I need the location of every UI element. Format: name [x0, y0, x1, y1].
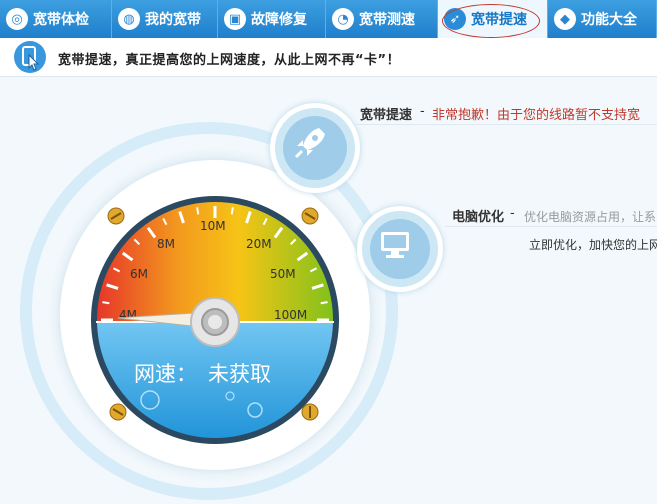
gauge-tick	[230, 207, 234, 215]
screw	[107, 207, 125, 225]
tick-label: 100M	[274, 308, 307, 322]
gauge-tick	[320, 301, 328, 305]
speed-boost-title: 宽带提速	[360, 108, 413, 123]
screw	[301, 403, 319, 421]
screw	[301, 207, 319, 225]
pc-optimize-node[interactable]	[357, 206, 443, 292]
pc-optimize-hint[interactable]: 立即优化，加快您的上网	[529, 236, 657, 253]
speed-status-label: 网速：	[134, 362, 197, 386]
divider	[445, 226, 657, 227]
screw	[109, 403, 127, 421]
dash: -	[420, 104, 425, 119]
rocket-icon	[283, 116, 347, 180]
tick-label: 10M	[200, 219, 226, 233]
monitor-icon	[370, 219, 430, 279]
divider	[355, 124, 657, 125]
pc-optimize-title: 电脑优化	[452, 210, 505, 225]
tick-label: 20M	[246, 237, 272, 251]
gauge-tick	[102, 301, 110, 305]
tick-label: 6M	[130, 267, 148, 281]
tick-label: 50M	[270, 267, 296, 281]
gauge-tick	[196, 207, 200, 215]
speed-status-value: 未获取	[208, 362, 271, 386]
dash: -	[510, 206, 515, 221]
tick-label: 8M	[157, 237, 175, 251]
speed-boost-note: 非常抱歉！由于您的线路暂不支持宽	[432, 108, 641, 123]
pc-optimize-note: 优化电脑资源占用，让系	[524, 210, 657, 224]
speed-boost-node[interactable]	[270, 103, 360, 193]
